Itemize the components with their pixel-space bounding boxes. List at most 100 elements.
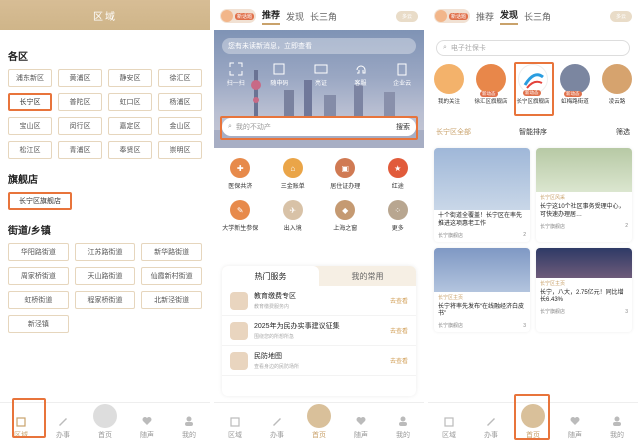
town-chip[interactable]: 新华路街道 (141, 243, 202, 261)
nav-mine[interactable]: 我的 (383, 414, 423, 440)
filter-more[interactable]: 筛选 (565, 127, 630, 141)
nav-service[interactable]: 办事 (43, 414, 83, 440)
nav-home[interactable]: 首页 (513, 404, 553, 440)
news-card[interactable]: 长宁区主页 长宁，八大，2.75亿元！同比增长6.43% 长宁旗舰店 3 (536, 247, 632, 333)
view-link[interactable]: 去查看 (390, 296, 408, 305)
service-student[interactable]: ✎ 大学新生参保 (220, 200, 260, 232)
subscription-item[interactable]: 凌云路 (597, 64, 637, 105)
district-chip[interactable]: 黄浦区 (58, 69, 102, 87)
subscription-item-changning[interactable]: 新动态 长宁区旗舰店 (513, 64, 553, 105)
nav-region[interactable]: 区域 (1, 414, 41, 440)
nav-mine[interactable]: 我的 (597, 414, 637, 440)
news-card[interactable]: 长宁区风采 长宁这10个社区事务受理中心，可快速办理居… 长宁旗舰店 2 (536, 148, 632, 242)
property-search-bar[interactable]: ⌕ 我的不动产 搜索 (222, 118, 416, 136)
district-chip[interactable]: 徐汇区 (158, 69, 202, 87)
district-chip-selected[interactable]: 长宁区 (8, 93, 52, 111)
service-residence[interactable]: ▣ 居住证办理 (325, 158, 365, 190)
search-button[interactable]: 搜索 (396, 122, 410, 132)
service-medical[interactable]: ✚ 医保共济 (220, 158, 260, 190)
service-window[interactable]: ◆ 上海之窗 (325, 200, 365, 232)
town-chip[interactable]: 江苏路街道 (74, 243, 136, 261)
district-chip[interactable]: 青浦区 (58, 141, 102, 159)
town-chip[interactable]: 新泾镇 (8, 315, 69, 333)
subscription-item[interactable]: 新动态 虹梅路街道 (555, 64, 595, 105)
news-card[interactable]: 长宁区主页 长宁将率先发布“在线融经济白皮书” 长宁旗舰店 3 (434, 247, 530, 333)
district-chip[interactable]: 金山区 (158, 117, 202, 135)
list-item[interactable]: 教育缴费专区 教育缴费服务内 去查看 (222, 286, 416, 316)
nav-mine-label: 我的 (182, 432, 196, 439)
town-chip[interactable]: 程家桥街道 (74, 291, 136, 309)
news-title: 长宁将率先发布“在线融经济白皮书” (438, 303, 524, 318)
service-exit-entry[interactable]: ✈ 出入境 (273, 200, 313, 232)
service-more[interactable]: ⁘ 更多 (378, 200, 418, 232)
town-chip[interactable]: 周家桥街道 (8, 267, 69, 285)
quick-scan[interactable]: 扫一扫 (227, 62, 245, 87)
pen-icon (484, 414, 498, 428)
tab-discover[interactable]: 发现 (500, 8, 519, 25)
news-image (536, 148, 632, 192)
town-chip[interactable]: 仙霞新村街道 (141, 267, 202, 285)
district-chip[interactable]: 静安区 (108, 69, 152, 87)
message-bar[interactable]: 您有未读新消息，立即查看 (222, 38, 416, 54)
flagship-chip[interactable]: 长宁区旗舰店 (8, 192, 72, 210)
service-bills[interactable]: ⌂ 三金账单 (273, 158, 313, 190)
nav-region[interactable]: 区域 (215, 414, 255, 440)
nav-mine[interactable]: 我的 (169, 414, 209, 440)
filter-sort[interactable]: 智能排序 (501, 127, 566, 141)
search-input[interactable]: ⌕ 电子社保卡 (436, 40, 630, 56)
district-chip[interactable]: 宝山区 (8, 117, 52, 135)
news-card[interactable]: 十个街道全覆盖！长宁区在率先推进这项惠老工作 长宁旗舰店 2 (434, 148, 530, 242)
tab-recommend[interactable]: 推荐 (262, 8, 281, 25)
view-link[interactable]: 去查看 (390, 326, 408, 335)
nav-service[interactable]: 办事 (471, 414, 511, 440)
avatar[interactable]: 新话题 (434, 9, 470, 23)
news-source: 长宁旗舰店 (540, 223, 566, 230)
town-chip[interactable]: 天山路街道 (74, 267, 136, 285)
news-source: 长宁旗舰店 (438, 232, 464, 239)
district-chip[interactable]: 闵行区 (58, 117, 102, 135)
news-channel: 长宁区主页 (540, 280, 566, 287)
weather-badge: 多云 (610, 10, 632, 22)
list-item[interactable]: 2025年为民办实事建议征集 围绕您的所想所急 去查看 (222, 316, 416, 346)
nav-voice[interactable]: 随声 (127, 414, 167, 440)
district-chip[interactable]: 嘉定区 (108, 117, 152, 135)
tab-my-frequent[interactable]: 我的常用 (319, 266, 416, 286)
street-image-icon: 新动态 (560, 64, 590, 97)
quick-enterprise[interactable]: 企业云 (393, 62, 411, 87)
subscription-item[interactable]: 我的关注 (429, 64, 469, 105)
district-chip[interactable]: 松江区 (8, 141, 52, 159)
district-chip[interactable]: 崇明区 (158, 141, 202, 159)
nav-voice[interactable]: 随声 (341, 414, 381, 440)
tab-yangtze[interactable]: 长三角 (310, 10, 337, 23)
service-student-label: 大学新生参保 (222, 226, 259, 232)
news-image (536, 247, 632, 278)
town-chip[interactable]: 北新泾街道 (141, 291, 202, 309)
quick-service[interactable]: 客服 (354, 62, 368, 87)
tab-discover[interactable]: 发现 (286, 10, 304, 23)
town-chip[interactable]: 虹桥街道 (8, 291, 69, 309)
nav-voice[interactable]: 随声 (555, 414, 595, 440)
tab-yangtze[interactable]: 长三角 (524, 10, 551, 23)
district-chip[interactable]: 普陀区 (58, 93, 102, 111)
nav-region[interactable]: 区域 (429, 414, 469, 440)
district-chip[interactable]: 杨浦区 (158, 93, 202, 111)
tab-hot-services[interactable]: 热门服务 (222, 266, 319, 286)
nav-home[interactable]: 首页 (299, 404, 339, 440)
subscription-item[interactable]: 新动态 徐汇区旗舰店 (471, 64, 511, 105)
list-item[interactable]: 民防地图 查看身边的民防场所 去查看 (222, 346, 416, 376)
avatar[interactable]: 新话题 (220, 9, 256, 23)
nav-service[interactable]: 办事 (257, 414, 297, 440)
discover-top-bar: 新话题 推荐 发现 长三角 多云 (428, 0, 638, 32)
district-chip[interactable]: 虹口区 (108, 93, 152, 111)
quick-code[interactable]: 随申码 (270, 62, 288, 87)
property-search-placeholder: 我的不动产 (235, 124, 271, 131)
town-chip[interactable]: 华阳路街道 (8, 243, 69, 261)
tab-recommend[interactable]: 推荐 (476, 10, 494, 23)
district-chip[interactable]: 奉贤区 (108, 141, 152, 159)
nav-home[interactable]: 首页 (85, 404, 125, 440)
quick-license[interactable]: 亮证 (314, 62, 328, 87)
district-chip[interactable]: 浦东新区 (8, 69, 52, 87)
filter-area[interactable]: 长宁区全部 (436, 127, 501, 141)
view-link[interactable]: 去查看 (390, 356, 408, 365)
service-redtour[interactable]: ★ 红途 (378, 158, 418, 190)
